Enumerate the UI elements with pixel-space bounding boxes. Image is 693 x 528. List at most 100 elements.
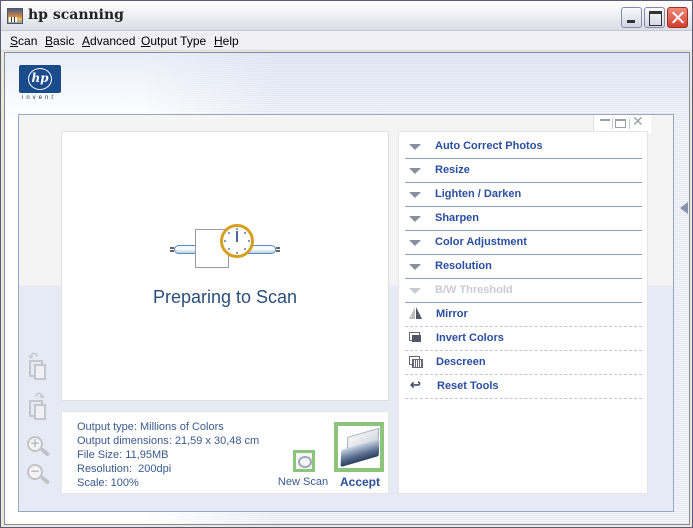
reset-icon: ↩ (410, 377, 421, 392)
menu-help-mnemonic: H (214, 34, 223, 48)
expand-triangle-icon (409, 264, 421, 270)
zoom-in-handle (39, 447, 51, 457)
scan-info-list: Output type: Millions of Colors Output d… (77, 420, 259, 490)
expand-triangle-icon (409, 288, 421, 294)
menu-output-type-label: utput Type (150, 34, 207, 48)
app-window: hp scanning Scan Basic Advanced Output T… (0, 0, 693, 528)
scanner-icon (334, 422, 384, 472)
info-output-dimensions: Output dimensions: 21,59 x 30,48 cm (77, 435, 260, 447)
info-scale: Scale: 100% (77, 477, 139, 489)
tool-sharpen[interactable]: Sharpen (405, 207, 642, 231)
collapse-panel-arrow-icon[interactable] (680, 202, 688, 214)
menu-help[interactable]: Help (214, 34, 239, 48)
rotate-right-page2-icon (34, 404, 46, 420)
tool-invert-colors[interactable]: Invert Colors (405, 327, 642, 351)
tool-label: Mirror (436, 308, 468, 320)
menu-advanced[interactable]: Advanced (82, 34, 135, 48)
panel-maximize-icon[interactable] (615, 119, 626, 128)
title-bar[interactable]: hp scanning (1, 1, 692, 31)
menu-output-type-mnemonic: O (141, 34, 151, 48)
preview-status: Preparing to Scan (152, 287, 298, 307)
clock-tick (236, 252, 238, 254)
menu-output-type[interactable]: Output Type (141, 34, 206, 48)
tool-label: Resolution (435, 260, 492, 272)
client-area: hp invent ✕ ↶ ↷ + − Preparing to Scan Ou… (4, 52, 690, 525)
hp-tagline: invent (22, 95, 57, 101)
lamp-cap-right (276, 247, 280, 252)
tool-label: Invert Colors (436, 332, 504, 344)
clock-tick (244, 248, 246, 250)
tool-color-adjustment[interactable]: Color Adjustment (405, 231, 642, 255)
menu-advanced-label: dvanced (90, 34, 136, 48)
clock-tick (228, 248, 230, 250)
panel-controls-divider (612, 118, 613, 129)
app-icon (7, 8, 23, 24)
tool-auto-correct-photos[interactable]: Auto Correct Photos (405, 135, 642, 159)
panel-controls-divider (629, 118, 630, 129)
tool-label: Lighten / Darken (435, 188, 522, 200)
tool-resize[interactable]: Resize (405, 159, 642, 183)
clock-tick (236, 228, 238, 230)
main-frame: ✕ ↶ ↷ + − Preparing to Scan Output type:… (18, 114, 674, 512)
maximize-button[interactable] (644, 7, 665, 28)
tool-lighten-darken[interactable]: Lighten / Darken (405, 183, 642, 207)
close-button[interactable] (667, 7, 688, 28)
minimize-button[interactable] (621, 7, 642, 28)
menu-scan[interactable]: Scan (10, 34, 37, 48)
menu-bar: Scan Basic Advanced Output Type Help (1, 31, 692, 51)
panel-close-icon[interactable]: ✕ (632, 114, 644, 130)
preparing-scan-graphic (170, 224, 280, 277)
clock-tick (248, 240, 250, 242)
menu-basic[interactable]: Basic (45, 34, 74, 48)
tool-label: Reset Tools (437, 380, 499, 392)
menu-basic-mnemonic: B (45, 34, 54, 48)
menu-scan-mnemonic: S (10, 34, 19, 48)
tool-reset-tools[interactable]: ↩ Reset Tools (405, 375, 642, 399)
tool-label: Descreen (436, 356, 486, 368)
zoom-out-handle (39, 475, 51, 485)
tool-label: B/W Threshold (435, 284, 513, 296)
info-resolution: Resolution: 200dpi (77, 463, 172, 475)
tool-label: Resize (435, 164, 470, 176)
hp-logo: hp (19, 65, 61, 93)
menu-scan-label: can (18, 34, 38, 48)
new-scan-button[interactable]: New Scan (276, 450, 330, 490)
clock-icon (220, 224, 254, 258)
descreen-icon (409, 356, 423, 368)
rotate-right-button[interactable]: ↷ (25, 390, 51, 424)
mirror-icon (409, 307, 423, 319)
menu-help-label: elp (222, 34, 239, 48)
tool-bw-threshold: B/W Threshold (405, 279, 642, 303)
tool-mirror[interactable]: Mirror (405, 303, 642, 327)
panel-minimize-icon[interactable] (600, 119, 610, 121)
tool-label: Sharpen (435, 212, 480, 224)
rotate-left-button[interactable]: ↶ (25, 350, 51, 384)
tool-descreen[interactable]: Descreen (405, 351, 642, 375)
clock-hand (236, 231, 238, 242)
tool-resolution[interactable]: Resolution (405, 255, 642, 279)
tools-panel: Auto Correct Photos Resize Lighten / Dar… (398, 131, 648, 494)
tool-label: Auto Correct Photos (435, 140, 543, 152)
zoom-out-button[interactable]: − (25, 462, 51, 496)
clock-tick (244, 232, 246, 234)
tool-label: Color Adjustment (435, 236, 527, 248)
accept-button[interactable]: Accept (332, 422, 384, 490)
scan-info-panel: Output type: Millions of Colors Output d… (61, 411, 389, 494)
preview-area[interactable]: Preparing to Scan (61, 131, 389, 401)
hp-logo-text: hp (28, 68, 52, 90)
expand-triangle-icon (409, 144, 421, 150)
window-title: hp scanning (28, 7, 124, 23)
info-file-size: File Size: 11,95MB (77, 449, 169, 461)
rotate-left-page2-icon (34, 364, 46, 380)
expand-triangle-icon (409, 192, 421, 198)
menu-advanced-mnemonic: A (82, 34, 91, 48)
clock-tick (228, 232, 230, 234)
accept-label: Accept (339, 475, 380, 489)
new-scan-icon (293, 450, 315, 472)
clock-tick (224, 240, 226, 242)
new-scan-label: New Scan (277, 476, 329, 488)
expand-triangle-icon (409, 216, 421, 222)
menu-basic-label: asic (53, 34, 75, 48)
info-output-type: Output type: Millions of Colors (77, 421, 224, 433)
invert-colors-icon (409, 332, 421, 342)
